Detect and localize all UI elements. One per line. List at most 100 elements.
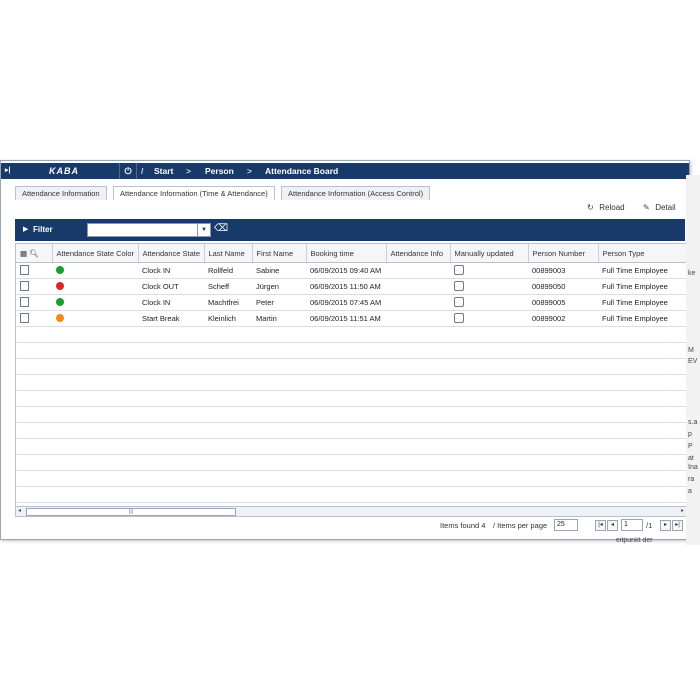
manually-updated-checkbox[interactable]	[454, 264, 464, 275]
top-navigation-bar: ▸| KABA ⏻ / Start > Person > Attendance …	[1, 163, 689, 179]
next-page-icon[interactable]: ▸	[660, 520, 671, 531]
document-icon[interactable]	[20, 296, 29, 307]
items-found-label: Items found 4	[440, 521, 486, 530]
breadcrumb-separator: >	[247, 166, 252, 176]
state-color-cell	[52, 294, 138, 311]
tab-attendance-access-control[interactable]: Attendance Information (Access Control)	[281, 186, 431, 200]
search-icon[interactable]: 🔍︎	[29, 249, 39, 258]
manually-updated-checkbox[interactable]	[454, 312, 464, 323]
booking-time-cell: 06/09/2015 07:45 AM	[306, 294, 386, 311]
table-row[interactable]: Clock IN Rollfeld Sabine 06/09/2015 09:4…	[16, 262, 686, 279]
power-icon[interactable]: ⏻	[119, 163, 137, 179]
table-row[interactable]: Clock OUT Scheff Jürgen 06/09/2015 11:50…	[16, 278, 686, 295]
empty-row	[16, 390, 686, 407]
person-type-cell: Full Time Employee	[598, 310, 686, 327]
filter-select[interactable]: ▼	[87, 223, 211, 237]
manually-updated-checkbox[interactable]	[454, 296, 464, 307]
last-name-cell: Rollfeld	[204, 262, 252, 279]
column-header[interactable]: Person Number	[528, 244, 599, 263]
state-color-cell	[52, 278, 138, 295]
empty-cell	[16, 438, 686, 455]
column-chooser-icon[interactable]: ▦	[20, 249, 27, 258]
status-dot	[56, 281, 64, 290]
empty-cell	[16, 406, 686, 423]
clear-filter-icon[interactable]: ⌫	[214, 223, 228, 234]
page-number-input[interactable]: 1	[621, 519, 643, 531]
first-name-cell: Jürgen	[252, 278, 306, 295]
slash-separator: /	[141, 166, 144, 176]
detail-label: Detail	[655, 203, 676, 212]
booking-time-cell: 06/09/2015 11:50 AM	[306, 278, 386, 295]
person-type-cell: Full Time Employee	[598, 294, 686, 311]
empty-cell	[16, 374, 686, 391]
tab-attendance-time-attendance[interactable]: Attendance Information (Time & Attendanc…	[113, 186, 275, 200]
edge-text: P	[688, 443, 693, 450]
last-page-icon[interactable]: ▸|	[672, 520, 683, 531]
row-detail-cell[interactable]	[16, 262, 52, 279]
document-icon[interactable]	[20, 280, 29, 291]
filter-label[interactable]: Filter	[33, 225, 53, 234]
scrollbar-thumb[interactable]: |||	[26, 508, 236, 516]
row-detail-cell[interactable]	[16, 278, 52, 295]
first-page-icon[interactable]: |◂	[595, 520, 606, 531]
previous-page-icon[interactable]: ◂	[607, 520, 618, 531]
manually-updated-cell	[450, 294, 528, 311]
column-header[interactable]: Booking time	[306, 244, 387, 263]
scroll-right-icon[interactable]: ▸	[681, 507, 684, 514]
state-cell: Clock OUT	[138, 278, 204, 295]
breadcrumb-person[interactable]: Person	[205, 166, 234, 176]
person-number-cell: 00899005	[528, 294, 598, 311]
table-row[interactable]: Start Break Kleinlich Martin 06/09/2015 …	[16, 310, 686, 327]
column-header[interactable]: First Name	[252, 244, 307, 263]
edge-text: ra	[688, 476, 695, 483]
document-icon[interactable]	[20, 264, 29, 275]
column-header[interactable]: Last Name	[204, 244, 253, 263]
first-name-cell: Sabine	[252, 262, 306, 279]
column-header[interactable]: Manually updated	[450, 244, 529, 263]
row-detail-cell[interactable]	[16, 310, 52, 327]
edge-text: at	[688, 455, 694, 462]
empty-cell	[16, 390, 686, 407]
table-row[interactable]: Clock IN Machtfrei Peter 06/09/2015 07:4…	[16, 294, 686, 311]
attendance-info-cell	[386, 278, 450, 295]
breadcrumb-start[interactable]: Start	[154, 166, 173, 176]
manually-updated-checkbox[interactable]	[454, 280, 464, 291]
menu-toggle-icon[interactable]: ▸|	[5, 166, 15, 176]
state-cell: Clock IN	[138, 294, 204, 311]
column-header[interactable]: Attendance State Color	[52, 244, 139, 263]
empty-row	[16, 470, 686, 487]
reload-button[interactable]: ↻ Reload	[587, 203, 625, 212]
page-total-label: /1	[646, 521, 653, 530]
scroll-left-icon[interactable]: ◂	[18, 507, 21, 514]
empty-cell	[16, 422, 686, 439]
first-name-cell: Martin	[252, 310, 306, 327]
empty-grid-rows	[16, 327, 686, 506]
grid-header-row: ▦ 🔍︎ Attendance State Color Attendance S…	[16, 244, 686, 263]
status-dot	[56, 265, 64, 274]
booking-time-cell: 06/09/2015 11:51 AM	[306, 310, 386, 327]
column-header[interactable]: Attendance State	[138, 244, 205, 263]
filter-expand-icon[interactable]: ▶	[23, 225, 28, 233]
person-number-cell: 00899002	[528, 310, 598, 327]
empty-row	[16, 327, 686, 343]
last-name-cell: Kleinlich	[204, 310, 252, 327]
chevron-down-icon[interactable]: ▼	[197, 224, 210, 236]
empty-cell	[16, 454, 686, 471]
column-header[interactable]: Person Type	[598, 244, 686, 263]
document-icon[interactable]	[20, 312, 29, 323]
horizontal-scrollbar[interactable]: ◂ ||| ▸	[15, 506, 687, 517]
column-header[interactable]: Attendance Info	[386, 244, 451, 263]
manually-updated-cell	[450, 262, 528, 279]
person-type-cell: Full Time Employee	[598, 278, 686, 295]
booking-time-cell: 06/09/2015 09:40 AM	[306, 262, 386, 279]
empty-row	[16, 438, 686, 455]
state-color-cell	[52, 262, 138, 279]
detail-button[interactable]: ✎ Detail	[643, 203, 676, 212]
filter-bar: ▶ Filter ▼ ⌫	[15, 219, 685, 241]
items-per-page-input[interactable]: 25	[554, 519, 578, 531]
row-detail-cell[interactable]	[16, 294, 52, 311]
tab-attendance-information[interactable]: Attendance Information	[15, 186, 107, 200]
status-dot	[56, 313, 64, 322]
items-per-page-label: / Items per page	[493, 521, 548, 530]
column-options-header[interactable]: ▦ 🔍︎	[16, 244, 53, 263]
